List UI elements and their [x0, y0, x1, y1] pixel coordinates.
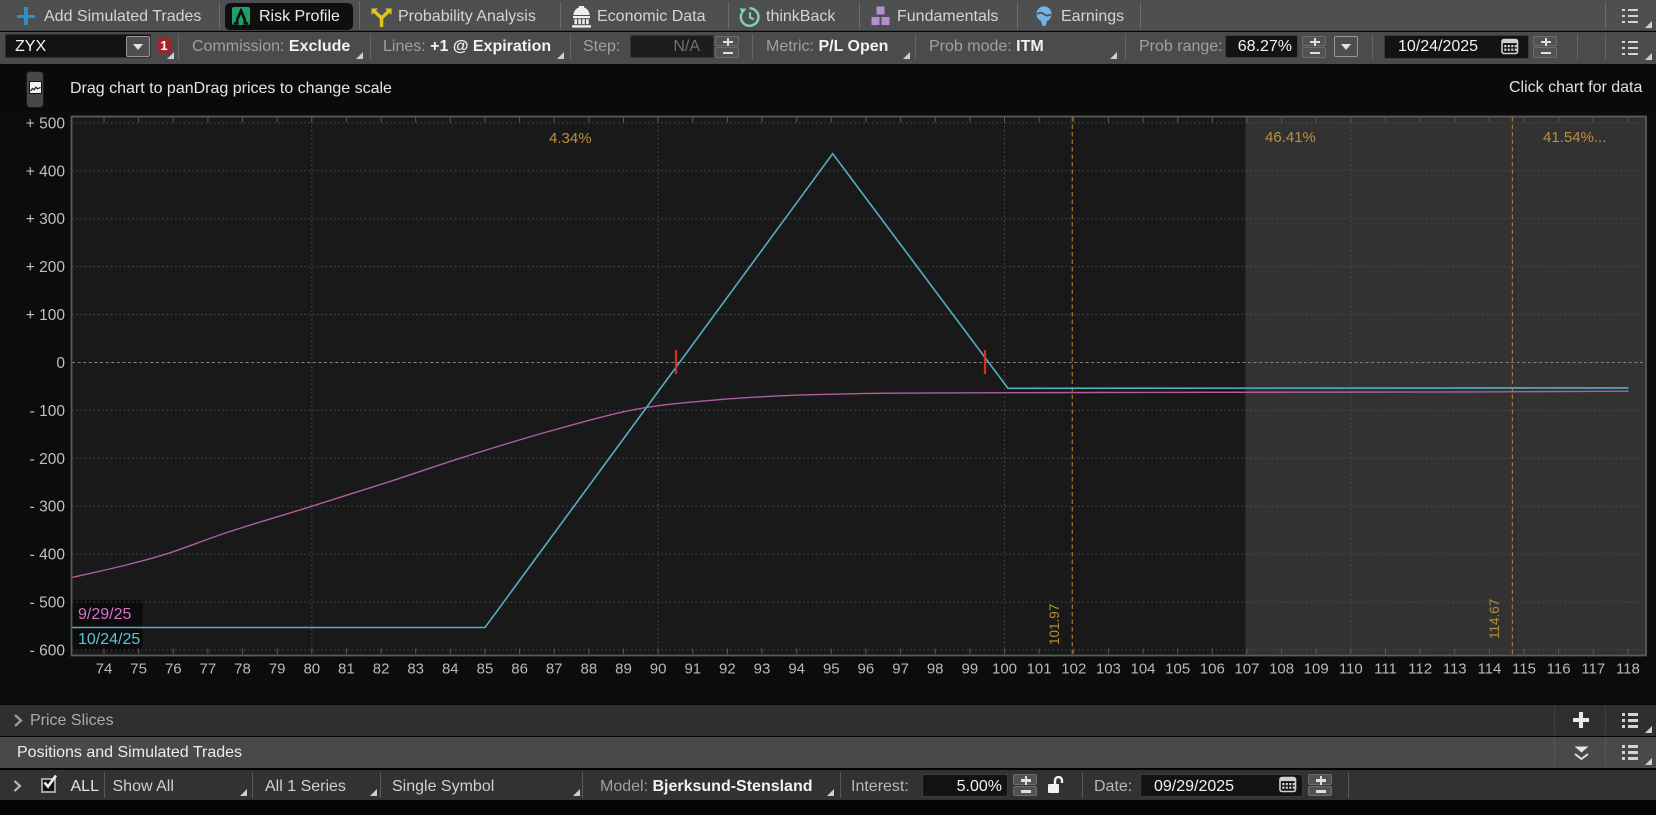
svg-text:97: 97: [892, 661, 909, 678]
svg-text:10/24/25: 10/24/25: [78, 631, 140, 648]
svg-text:- 100: - 100: [30, 403, 66, 420]
svg-text:76: 76: [165, 661, 182, 678]
svg-text:114.67: 114.67: [1487, 599, 1502, 639]
svg-text:89: 89: [615, 661, 632, 678]
svg-text:118: 118: [1616, 661, 1640, 678]
svg-text:+ 200: + 200: [26, 259, 66, 276]
svg-text:110: 110: [1339, 661, 1363, 678]
svg-text:9/29/25: 9/29/25: [78, 606, 131, 623]
svg-text:78: 78: [234, 661, 251, 678]
svg-text:113: 113: [1443, 661, 1467, 678]
svg-text:116: 116: [1547, 661, 1571, 678]
svg-text:109: 109: [1304, 661, 1329, 678]
svg-text:- 300: - 300: [30, 499, 66, 516]
svg-text:100: 100: [992, 661, 1017, 678]
svg-text:101: 101: [1027, 661, 1052, 678]
svg-text:- 200: - 200: [30, 451, 66, 468]
svg-text:+ 300: + 300: [26, 211, 66, 228]
svg-text:+ 100: + 100: [26, 307, 66, 324]
svg-text:84: 84: [442, 661, 459, 678]
svg-text:102: 102: [1061, 661, 1086, 678]
svg-text:0: 0: [56, 355, 65, 372]
svg-text:101.97: 101.97: [1047, 604, 1062, 645]
svg-text:105: 105: [1165, 661, 1190, 678]
svg-text:99: 99: [962, 661, 979, 678]
svg-text:- 500: - 500: [30, 595, 66, 612]
svg-text:77: 77: [200, 661, 217, 678]
svg-text:- 400: - 400: [30, 547, 66, 564]
svg-text:81: 81: [338, 661, 355, 678]
svg-text:+ 400: + 400: [26, 163, 66, 180]
svg-text:90: 90: [650, 661, 667, 678]
svg-text:86: 86: [511, 661, 528, 678]
svg-text:117: 117: [1581, 661, 1605, 678]
svg-text:+ 500: + 500: [26, 115, 66, 132]
svg-text:115: 115: [1512, 661, 1536, 678]
svg-text:111: 111: [1374, 661, 1397, 678]
svg-text:93: 93: [754, 661, 771, 678]
svg-text:96: 96: [858, 661, 875, 678]
svg-text:114: 114: [1477, 661, 1501, 678]
svg-text:103: 103: [1096, 661, 1121, 678]
svg-text:95: 95: [823, 661, 840, 678]
svg-text:92: 92: [719, 661, 736, 678]
svg-text:- 600: - 600: [30, 643, 66, 660]
svg-text:107: 107: [1234, 661, 1259, 678]
svg-text:88: 88: [581, 661, 598, 678]
svg-text:74: 74: [96, 661, 113, 678]
svg-text:79: 79: [269, 661, 286, 678]
svg-text:91: 91: [684, 661, 701, 678]
svg-text:108: 108: [1269, 661, 1294, 678]
svg-text:112: 112: [1408, 661, 1432, 678]
svg-text:75: 75: [130, 661, 147, 678]
svg-text:87: 87: [546, 661, 563, 678]
svg-text:80: 80: [303, 661, 320, 678]
svg-text:82: 82: [373, 661, 390, 678]
svg-text:98: 98: [927, 661, 944, 678]
svg-text:94: 94: [788, 661, 805, 678]
svg-text:85: 85: [477, 661, 494, 678]
svg-text:104: 104: [1130, 661, 1155, 678]
svg-text:83: 83: [407, 661, 424, 678]
svg-text:106: 106: [1200, 661, 1225, 678]
svg-text:4.34%: 4.34%: [549, 130, 592, 147]
svg-text:46.41%: 46.41%: [1265, 129, 1316, 146]
svg-text:41.54%...: 41.54%...: [1543, 129, 1606, 146]
